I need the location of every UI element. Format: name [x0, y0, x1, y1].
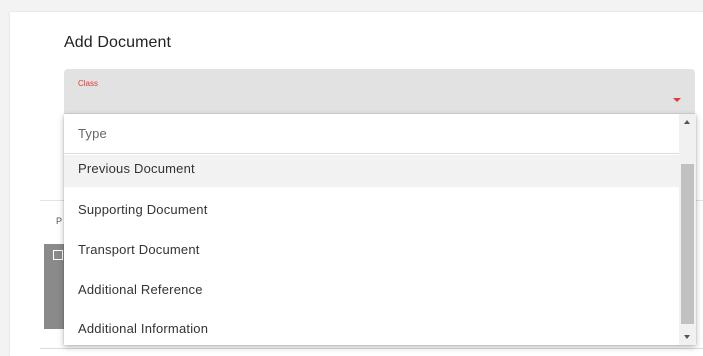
- background-label-fragment: P: [56, 216, 63, 226]
- scrollbar-thumb[interactable]: [681, 164, 694, 324]
- dropdown-arrow-icon[interactable]: [673, 98, 681, 102]
- dropdown-option-type[interactable]: Type: [64, 114, 679, 154]
- dropdown-option-previous-document[interactable]: Previous Document: [64, 155, 679, 187]
- dropdown-scrollbar[interactable]: [679, 114, 696, 345]
- checkbox-icon[interactable]: [53, 250, 63, 260]
- class-dropdown-menu: Type Previous Document Supporting Docume…: [64, 114, 696, 345]
- scroll-down-arrow-icon[interactable]: [684, 335, 690, 339]
- scroll-up-arrow-icon[interactable]: [684, 120, 690, 124]
- class-select[interactable]: Class: [64, 69, 695, 117]
- page-title: Add Document: [64, 34, 172, 51]
- bottom-divider: [40, 348, 703, 349]
- dropdown-option-additional-information[interactable]: Additional Information: [64, 309, 679, 345]
- dropdown-option-supporting-document[interactable]: Supporting Document: [64, 190, 679, 230]
- class-select-label: Class: [78, 79, 99, 88]
- dropdown-option-additional-reference[interactable]: Additional Reference: [64, 270, 679, 310]
- dropdown-option-transport-document[interactable]: Transport Document: [64, 230, 679, 270]
- page: Add Document Class P Type Previous Docum…: [0, 0, 703, 356]
